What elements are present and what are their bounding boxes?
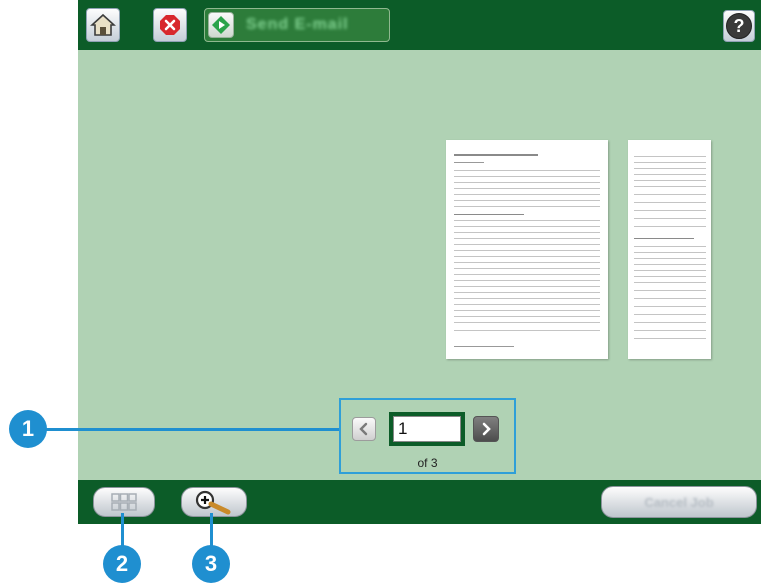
home-button[interactable]: [86, 8, 120, 42]
callout-badge: 3: [192, 545, 230, 583]
home-icon: [90, 13, 116, 36]
callout-badge: 2: [103, 545, 141, 583]
page-number-input[interactable]: [393, 416, 461, 442]
cancel-job-button[interactable]: Cancel Job: [601, 486, 757, 518]
page-navigator: of 3: [339, 398, 516, 474]
send-email-button[interactable]: Send E-mail: [204, 8, 390, 42]
chevron-right-icon: [482, 422, 491, 436]
cancel-job-label: Cancel Job: [644, 494, 714, 510]
previous-page-button[interactable]: [352, 417, 376, 441]
page-number-field-frame: [389, 412, 465, 446]
start-icon: [208, 12, 234, 38]
page-thumbnail[interactable]: [628, 140, 711, 359]
stop-icon: [160, 15, 180, 35]
stop-button[interactable]: [153, 8, 187, 42]
send-email-label: Send E-mail: [246, 16, 349, 33]
page-thumbnail[interactable]: [446, 140, 608, 359]
callout-line: [210, 513, 213, 547]
help-icon: ?: [726, 13, 752, 39]
callout-badge: 1: [9, 410, 47, 448]
zoom-in-icon: [195, 490, 231, 515]
zoom-button[interactable]: [181, 487, 247, 517]
chevron-left-icon: [359, 422, 368, 436]
callout-line: [121, 513, 124, 547]
page-count-label: of 3: [417, 456, 438, 470]
thumbnails-button[interactable]: [93, 487, 155, 517]
grid-icon: [111, 493, 137, 511]
next-page-button[interactable]: [473, 416, 499, 442]
callout-line: [45, 428, 339, 431]
svg-text:?: ?: [734, 16, 745, 36]
help-button[interactable]: ?: [723, 10, 755, 42]
